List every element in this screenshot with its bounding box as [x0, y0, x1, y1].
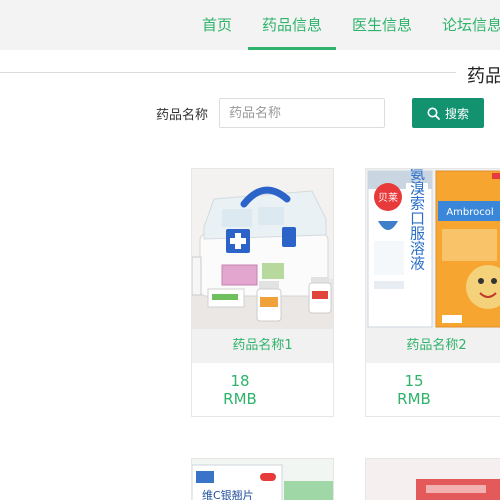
product-card[interactable]: 药品名称1 18 RMB [191, 168, 334, 417]
product-card[interactable] [365, 458, 500, 500]
product-name[interactable]: 药品名称1 [192, 329, 333, 363]
price-value: 15 [404, 372, 424, 390]
product-image-ambroxol-box[interactable]: 贝莱 盐酸氨溴索口服溶液 Ambrocol [366, 169, 500, 329]
product-price: 15 RMB [384, 372, 444, 408]
product-card[interactable]: 维C银翘片 [191, 458, 334, 500]
nav-item-doctor-info[interactable]: 医生信息 [352, 0, 412, 50]
nav-item-home[interactable]: 首页 [201, 0, 233, 50]
card3-box-text: 维C银翘片 [202, 488, 254, 500]
top-nav-bar: 首页 药品信息 医生信息 论坛信息 [0, 0, 500, 50]
card2-brand-left: 贝莱 [378, 192, 398, 204]
card2-brand-right: Ambrocol [446, 207, 493, 218]
search-label: 药品名称 [156, 108, 209, 123]
product-price: 18 RMB [210, 372, 270, 408]
nav-item-drug-info[interactable]: 药品信息 [248, 0, 336, 50]
product-image-first-aid-kit[interactable] [192, 169, 333, 329]
product-name[interactable]: 药品名称2 [366, 329, 500, 363]
price-currency: RMB [223, 390, 257, 408]
search-icon [427, 107, 440, 120]
product-image-red-box[interactable] [366, 459, 500, 500]
search-input[interactable] [219, 98, 385, 128]
search-button[interactable]: 搜索 [412, 98, 484, 128]
search-button-label: 搜索 [444, 106, 469, 121]
price-currency: RMB [397, 390, 431, 408]
section-divider [0, 72, 456, 73]
product-image-vitamin-c-box[interactable]: 维C银翘片 [192, 459, 333, 500]
nav-item-forum-info[interactable]: 论坛信息 [442, 0, 500, 50]
card2-vertical-text: 盐酸氨溴索口服溶液 [408, 169, 426, 271]
section-title: 药品 [467, 66, 500, 87]
price-value: 18 [230, 372, 250, 390]
product-card[interactable]: 贝莱 盐酸氨溴索口服溶液 Ambrocol 药品名称2 15 RMB [365, 168, 500, 417]
